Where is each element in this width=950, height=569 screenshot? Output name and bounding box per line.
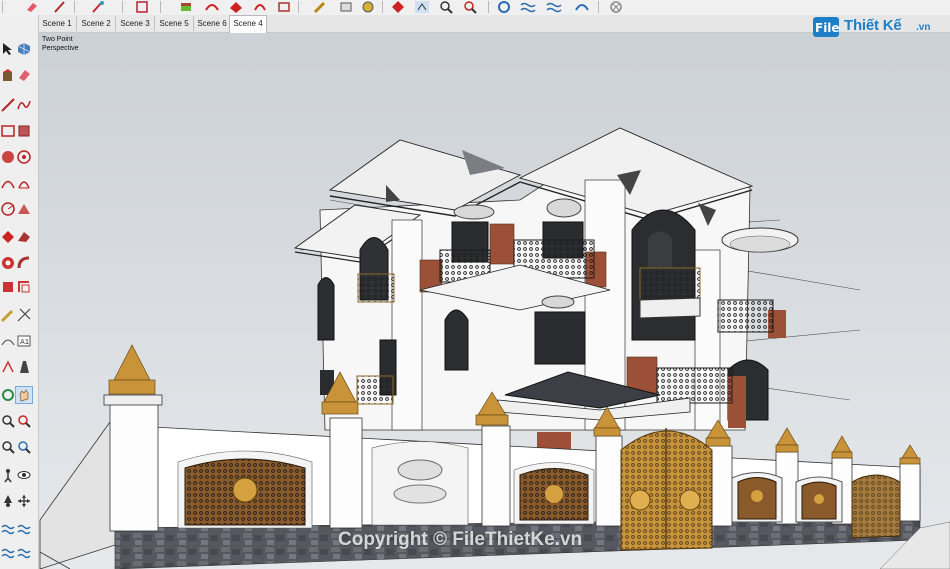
toolbar-separator <box>160 1 161 13</box>
villa-model <box>293 127 799 450</box>
water-icon[interactable] <box>520 0 536 14</box>
move-icon[interactable] <box>390 0 406 14</box>
tool-palette: A1 <box>0 15 39 569</box>
move-icon[interactable] <box>0 229 16 245</box>
logo-suffix: .vn <box>916 22 931 33</box>
protractor-icon[interactable] <box>0 201 16 217</box>
zoom-extents-icon[interactable] <box>0 439 16 455</box>
position-camera-icon[interactable] <box>0 493 16 509</box>
camera-projection: Perspective <box>42 45 79 52</box>
component-icon[interactable] <box>16 41 32 57</box>
arc-icon[interactable] <box>0 175 16 191</box>
model-viewport[interactable] <box>39 33 950 569</box>
toolbar-separator <box>488 1 489 13</box>
tab-scene-1[interactable]: Scene 1 <box>38 16 77 31</box>
sandbox-icon[interactable] <box>0 545 16 561</box>
look-around-icon[interactable] <box>16 467 32 483</box>
water-icon[interactable] <box>546 0 562 14</box>
tab-scene-5[interactable]: Scene 5 <box>155 16 194 31</box>
copyright-watermark: Copyright © FileThietKe.vn <box>338 529 583 550</box>
svg-text:File: File <box>815 21 840 35</box>
logo-mark-icon: File <box>813 17 840 37</box>
tab-scene-6[interactable]: Scene 6 <box>194 16 231 31</box>
svg-text:A1: A1 <box>20 338 29 346</box>
tape-measure-icon[interactable] <box>0 307 16 323</box>
water-icon[interactable] <box>16 521 32 537</box>
x-ray-icon[interactable] <box>608 0 624 14</box>
zoom-icon[interactable] <box>414 0 430 14</box>
offset-icon[interactable] <box>252 0 268 14</box>
toolbar-separator <box>74 1 75 13</box>
rotate-icon[interactable] <box>0 255 16 271</box>
pencil-icon[interactable] <box>52 0 68 14</box>
toolbar-separator <box>2 1 3 13</box>
main-toolbar <box>0 0 950 16</box>
select-arrow-icon[interactable] <box>0 41 16 57</box>
offset-icon[interactable] <box>16 279 32 295</box>
book-icon[interactable] <box>178 0 194 14</box>
orbit-icon[interactable] <box>0 387 16 403</box>
offset-icon[interactable] <box>0 279 16 295</box>
paint-bucket-icon[interactable] <box>0 67 16 83</box>
water-icon[interactable] <box>16 545 32 561</box>
line-icon[interactable] <box>0 97 16 113</box>
previous-view-icon[interactable] <box>16 439 32 455</box>
toolbar-separator <box>298 1 299 13</box>
pie-icon[interactable] <box>16 175 32 191</box>
camera-label: Two Point Perspective <box>42 35 79 53</box>
camera-type: Two Point <box>42 36 73 43</box>
rotated-rectangle-icon[interactable] <box>16 123 32 139</box>
paint-icon[interactable] <box>90 0 106 14</box>
push-pull-icon[interactable] <box>338 0 354 14</box>
follow-me-icon[interactable] <box>16 229 32 245</box>
tab-scene-4[interactable]: Scene 4 <box>229 15 267 33</box>
tab-scene-2[interactable]: Scene 2 <box>77 16 116 31</box>
axes-icon[interactable] <box>0 359 16 375</box>
text-icon[interactable]: A1 <box>16 333 32 349</box>
zoom-icon[interactable] <box>0 413 16 429</box>
polygon-icon[interactable] <box>16 149 32 165</box>
tab-scene-3[interactable]: Scene 3 <box>116 16 155 31</box>
protractor-icon[interactable] <box>0 333 16 349</box>
section-plane-icon[interactable] <box>16 493 32 509</box>
toolbar-separator <box>122 1 123 13</box>
sandbox-icon[interactable] <box>496 0 512 14</box>
walk-icon[interactable] <box>574 0 590 14</box>
tape-icon[interactable] <box>276 0 292 14</box>
walk-icon[interactable] <box>0 467 16 483</box>
sandbox-icon[interactable] <box>0 521 16 537</box>
push-pull-icon[interactable] <box>16 201 32 217</box>
rectangle-icon[interactable] <box>134 0 150 14</box>
toolbar-separator <box>598 1 599 13</box>
site-logo: File Thiết Kế .vn <box>812 14 942 40</box>
dimension-icon[interactable] <box>16 307 32 323</box>
rotate-icon[interactable] <box>360 0 376 14</box>
follow-me-icon[interactable] <box>228 0 244 14</box>
circle-icon[interactable] <box>0 149 16 165</box>
eraser-icon[interactable] <box>24 0 40 14</box>
zoom-extents-icon[interactable] <box>462 0 478 14</box>
pan-icon[interactable] <box>15 386 33 404</box>
scale-icon[interactable] <box>16 255 32 271</box>
eraser-icon[interactable] <box>16 67 32 83</box>
orbit-icon[interactable] <box>204 0 220 14</box>
3d-text-icon[interactable] <box>16 359 32 375</box>
zoom-window-icon[interactable] <box>16 413 32 429</box>
toolbar-separator <box>382 1 383 13</box>
zoom-extents-icon[interactable] <box>438 0 454 14</box>
rectangle-icon[interactable] <box>0 123 16 139</box>
freehand-icon[interactable] <box>16 97 32 113</box>
logo-brand: Thiết Kế <box>844 17 902 34</box>
select-icon[interactable] <box>312 0 328 14</box>
